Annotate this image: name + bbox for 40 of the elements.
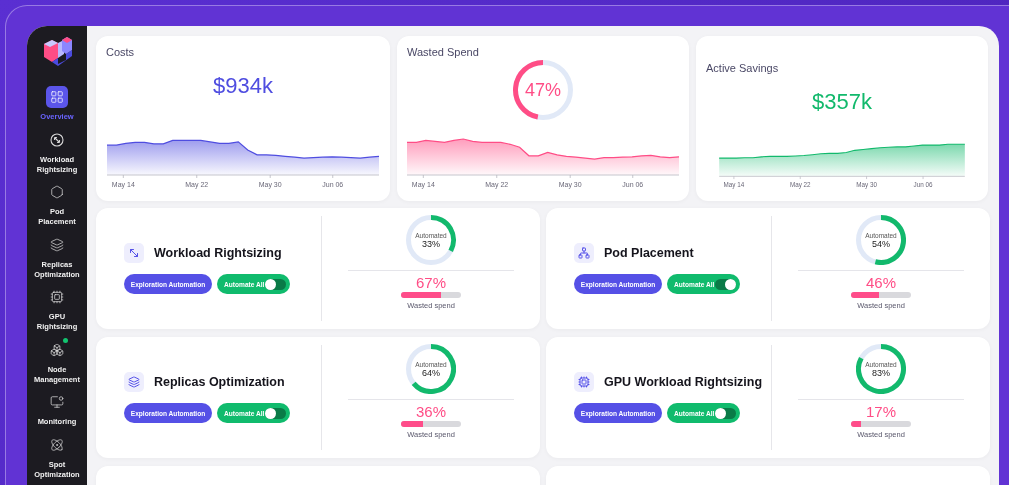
switch[interactable] (265, 407, 286, 419)
boxes-icon (50, 342, 64, 357)
wasted-value: 67% (416, 275, 446, 290)
ring-value: 33% (422, 238, 440, 249)
switch[interactable] (715, 407, 736, 419)
hexagon-icon (50, 185, 64, 200)
donut-ring (856, 215, 906, 265)
feature-title: Workload Rightsizing (154, 246, 282, 260)
switch[interactable] (715, 278, 736, 290)
layers-icon (50, 237, 64, 252)
donut-ring (513, 60, 573, 120)
progress-bar (851, 292, 911, 298)
ring-value: 54% (872, 238, 890, 249)
wasted-value: 17% (866, 404, 896, 419)
donut-ring (406, 344, 456, 394)
donut-ring (856, 344, 906, 394)
progress-bar (401, 292, 461, 298)
amount-value: $357k (812, 89, 872, 115)
ring-value: 64% (422, 367, 440, 378)
card-title: Wasted Spend (407, 46, 479, 58)
gauge-value: 47% (525, 79, 561, 101)
switch[interactable] (265, 278, 286, 290)
monitor-icon (50, 395, 64, 410)
grid-icon (50, 90, 64, 104)
amount-value: $934k (213, 73, 273, 99)
card-title: Active Savings (706, 62, 779, 74)
wasted-value: 46% (866, 275, 896, 290)
donut-ring (406, 215, 456, 265)
progress-bar (851, 421, 911, 427)
chip-icon (50, 290, 64, 305)
diagonal-arrow-circle-icon (50, 132, 64, 147)
feature-title: Pod Placement (604, 246, 694, 260)
feature-title: Replicas Optimization (154, 375, 285, 389)
logo-icon (42, 36, 72, 68)
feature-title: GPU Workload Rightsizing (604, 375, 763, 389)
atom-icon (50, 438, 64, 452)
wasted-value: 36% (416, 404, 446, 419)
card-title: Costs (106, 46, 135, 58)
ring-value: 83% (872, 367, 890, 378)
progress-bar (401, 421, 461, 427)
